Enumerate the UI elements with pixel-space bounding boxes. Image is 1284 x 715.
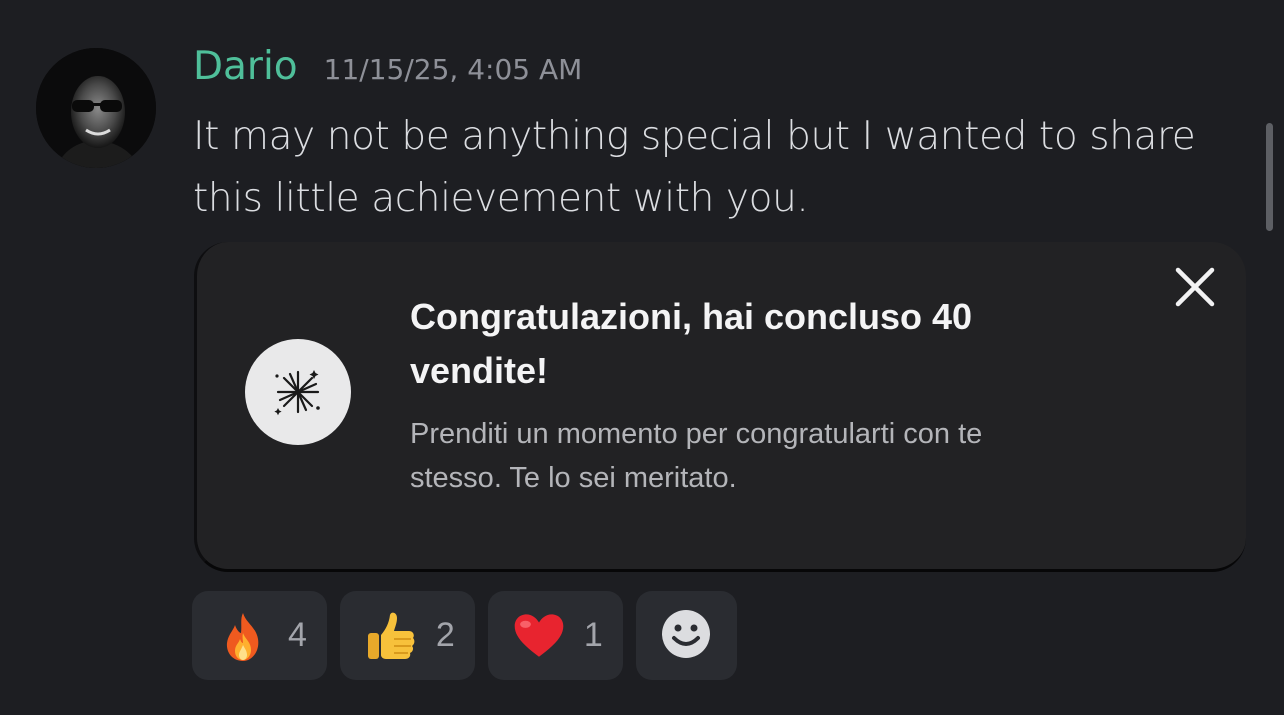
scrollbar[interactable] bbox=[1266, 123, 1273, 231]
reaction-count: 2 bbox=[435, 616, 455, 654]
message-line: this little achievement with you. bbox=[193, 176, 809, 221]
reaction-count: 1 bbox=[583, 616, 603, 654]
reaction-fire[interactable]: 4 bbox=[192, 591, 327, 680]
smiley-add-reaction-icon bbox=[660, 608, 712, 664]
card-description-line: Prenditi un momento per congratularti co… bbox=[410, 418, 983, 450]
timestamp: 11/15/25, 4:05 AM bbox=[323, 53, 583, 86]
add-reaction-button[interactable] bbox=[635, 591, 737, 680]
achievement-card: Congratulazioni, hai concluso 40 vendite… bbox=[194, 242, 1246, 572]
card-title-line: Congratulazioni, hai concluso 40 bbox=[410, 296, 973, 337]
reaction-thumbs-up[interactable]: 2 bbox=[339, 591, 475, 680]
reaction-heart[interactable]: 1 bbox=[487, 591, 623, 680]
reactions-bar: 4 2 1 bbox=[192, 591, 737, 680]
red-heart-emoji-icon bbox=[512, 609, 566, 663]
fireworks-icon bbox=[245, 339, 351, 445]
card-description: Prenditi un momento per congratularti co… bbox=[410, 412, 1210, 500]
message-header: Dario 11/15/25, 4:05 AM bbox=[193, 44, 582, 96]
reaction-count: 4 bbox=[288, 616, 307, 654]
avatar[interactable] bbox=[36, 48, 156, 168]
close-icon[interactable] bbox=[1170, 262, 1220, 312]
card-description-line: stesso. Te lo sei meritato. bbox=[410, 462, 737, 494]
thumbs-up-emoji-icon bbox=[364, 609, 418, 663]
card-title-line: vendite! bbox=[410, 350, 549, 391]
message-line: It may not be anything special but I wan… bbox=[193, 114, 1196, 159]
card-title: Congratulazioni, hai concluso 40 vendite… bbox=[410, 290, 1110, 398]
chat-message: Dario 11/15/25, 4:05 AM It may not be an… bbox=[0, 0, 1284, 715]
message-content: It may not be anything special but I wan… bbox=[193, 106, 1253, 230]
username[interactable]: Dario bbox=[193, 44, 298, 89]
fire-emoji-icon bbox=[216, 609, 270, 663]
